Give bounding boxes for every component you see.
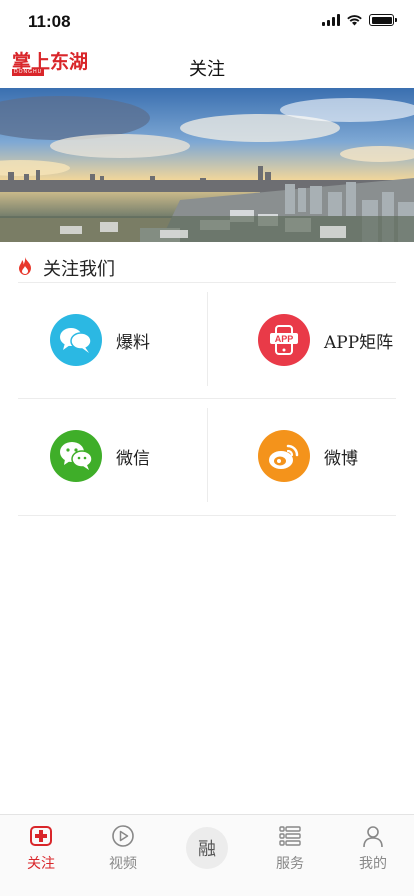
status-time: 11:08 (28, 12, 71, 31)
tab-label: 服务 (276, 856, 304, 872)
plus-box-icon (30, 826, 52, 846)
divider (207, 408, 208, 502)
chat-bubbles-icon (50, 314, 102, 366)
wifi-icon (347, 15, 362, 26)
tab-label: 我的 (359, 856, 387, 872)
divider (207, 292, 208, 386)
app-phone-icon: APP (258, 314, 310, 366)
section-title: 关注我们 (43, 259, 115, 280)
wechat-icon (50, 430, 102, 482)
tab-label: 关注 (27, 856, 55, 872)
center-rong-button[interactable]: 融 (186, 827, 228, 869)
tab-profile[interactable]: 我的 (332, 823, 414, 873)
top-header: 掌上东湖 DONGHU 关注 (0, 44, 414, 88)
signal-icon (322, 14, 340, 26)
grid-item-wechat[interactable]: 微信 (18, 408, 208, 514)
battery-icon (369, 14, 397, 26)
bottom-tab-bar: 关注 视频 融 服务 我的 (0, 814, 414, 896)
banner-image[interactable] (0, 88, 414, 242)
svg-text:APP: APP (275, 334, 294, 344)
grid-item-label: 微信 (116, 449, 150, 469)
tab-follow[interactable]: 关注 (0, 823, 82, 873)
page-title: 关注 (189, 59, 225, 80)
list-icon (279, 826, 301, 846)
tab-service[interactable]: 服务 (249, 823, 331, 873)
grid-item-label: 微博 (324, 449, 358, 469)
divider (18, 398, 396, 399)
grid-item-label: 爆料 (116, 333, 150, 353)
grid-item-baoliao[interactable]: 爆料 (18, 292, 208, 398)
flame-icon (19, 257, 31, 275)
status-bar: 11:08 (0, 0, 414, 44)
section-follow-us: 关注我们 (0, 250, 414, 282)
tab-label: 视频 (109, 856, 137, 872)
divider (18, 515, 396, 516)
divider (18, 282, 396, 283)
grid-item-label: APP矩阵 (324, 333, 394, 353)
play-circle-icon (112, 825, 134, 847)
tab-video[interactable]: 视频 (82, 823, 164, 873)
grid-item-weibo[interactable]: 微博 (226, 408, 414, 514)
user-icon (363, 826, 383, 848)
grid-item-app-matrix[interactable]: APP APP矩阵 (226, 292, 414, 398)
status-icons (322, 14, 397, 26)
center-rong-label: 融 (198, 839, 216, 860)
weibo-icon (258, 430, 310, 482)
